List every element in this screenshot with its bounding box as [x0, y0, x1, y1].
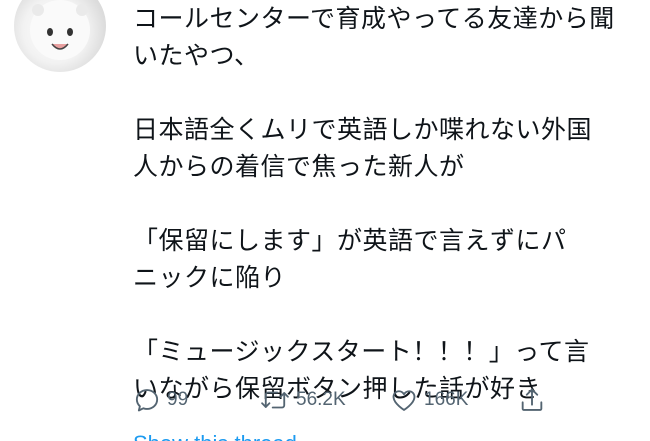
- reply-icon: [135, 389, 159, 412]
- show-thread-link[interactable]: Show this thread: [133, 431, 297, 441]
- tweet-text: コールセンターで育成やってる友達から聞 いたやつ、 日本語全くムリで英語しか喋れ…: [133, 0, 643, 407]
- avatar-image: [30, 0, 90, 60]
- share-button[interactable]: [518, 383, 546, 417]
- tweet-card: コールセンターで育成やってる友達から聞 いたやつ、 日本語全くムリで英語しか喋れ…: [0, 0, 650, 441]
- tweet-line: いたやつ、: [133, 41, 260, 70]
- retweet-button[interactable]: 56.2K: [260, 383, 346, 417]
- tweet-line: 「保留にします」が英語で言えずにパ: [133, 226, 567, 255]
- reply-button[interactable]: 99: [133, 383, 188, 417]
- reply-count: 99: [167, 389, 189, 410]
- share-icon: [521, 388, 543, 411]
- tweet-paragraph: 「保留にします」が英語で言えずにパ ニックに陥り: [133, 222, 643, 296]
- avatar-column: [14, 0, 114, 80]
- like-button[interactable]: 166K: [390, 383, 468, 417]
- retweet-icon: [261, 391, 289, 409]
- tweet-line: 日本語全くムリで英語しか喋れない外国: [133, 115, 593, 144]
- tweet-line: 「ミュージックスタート！！！」って言: [133, 337, 590, 366]
- tweet-paragraph: 日本語全くムリで英語しか喋れない外国 人からの着信で焦った新人が: [133, 111, 643, 185]
- like-count: 166K: [424, 389, 469, 410]
- avatar[interactable]: [14, 0, 106, 72]
- tweet-line: 人からの着信で焦った新人が: [133, 152, 465, 181]
- tweet-line: ニックに陥り: [133, 263, 287, 292]
- tweet-line: コールセンターで育成やってる友達から聞: [133, 4, 615, 33]
- tweet-actions: 99 56.2K 166K: [133, 383, 633, 417]
- retweet-count: 56.2K: [296, 389, 346, 410]
- heart-icon: [392, 390, 416, 411]
- tweet-paragraph: コールセンターで育成やってる友達から聞 いたやつ、: [133, 0, 643, 74]
